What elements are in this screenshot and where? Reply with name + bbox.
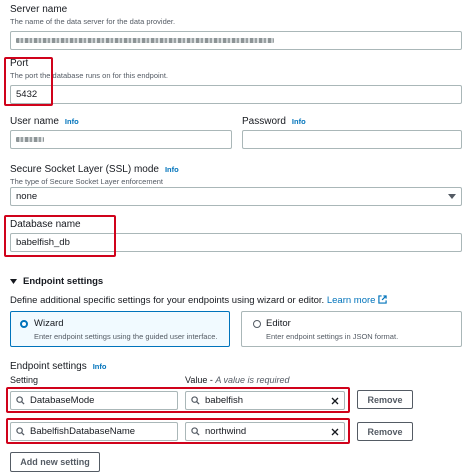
endpoint-settings-title: Endpoint settings [23, 276, 104, 287]
editor-option[interactable]: Editor Enter endpoint settings in JSON f… [241, 311, 462, 347]
port-highlight [4, 57, 53, 106]
row-2-highlight [6, 418, 350, 444]
value-column-header: Value - A value is required [185, 375, 290, 385]
username-info-link[interactable]: Info [65, 117, 79, 126]
chevron-down-icon [448, 194, 456, 199]
external-link-icon [378, 295, 387, 304]
setting-column-header: Setting [10, 375, 39, 385]
editor-radio[interactable] [253, 320, 261, 328]
wizard-title: Wizard [34, 318, 64, 329]
endpoint-settings-info-link[interactable]: Info [93, 362, 107, 371]
editor-description: Enter endpoint settings in JSON format. [266, 332, 399, 341]
row-1-highlight [6, 387, 350, 413]
server-name-input[interactable] [10, 31, 462, 50]
redacted-value [16, 137, 44, 142]
remove-button-2[interactable]: Remove [357, 422, 413, 441]
endpoint-settings-label: Endpoint settings Info [10, 361, 107, 372]
port-input[interactable]: 5432 [10, 85, 462, 104]
server-name-label: Server name [10, 4, 68, 15]
ssl-mode-value: none [16, 191, 38, 202]
username-label: User name Info [10, 116, 79, 127]
redacted-value [16, 38, 274, 43]
remove-button-1[interactable]: Remove [357, 390, 413, 409]
server-name-description: The name of the data server for the data… [10, 17, 176, 26]
ssl-mode-description: The type of Secure Socket Layer enforcem… [10, 177, 163, 186]
password-input[interactable] [242, 130, 462, 149]
caret-down-icon [10, 278, 17, 284]
endpoint-settings-toggle[interactable]: Endpoint settings [10, 276, 103, 287]
ssl-mode-label: Secure Socket Layer (SSL) mode Info [10, 164, 179, 175]
ssl-info-link[interactable]: Info [165, 165, 179, 174]
database-highlight [4, 215, 116, 257]
endpoint-settings-intro: Define additional specific settings for … [10, 295, 387, 306]
wizard-radio[interactable] [20, 320, 28, 328]
password-label: Password Info [242, 116, 306, 127]
username-input[interactable] [10, 130, 232, 149]
wizard-option[interactable]: Wizard Enter endpoint settings using the… [10, 311, 230, 347]
wizard-description: Enter endpoint settings using the guided… [34, 332, 218, 341]
ssl-mode-select[interactable]: none [10, 187, 462, 206]
add-new-setting-button[interactable]: Add new setting [10, 452, 100, 472]
editor-title: Editor [266, 318, 291, 329]
password-info-link[interactable]: Info [292, 117, 306, 126]
learn-more-link[interactable]: Learn more [327, 295, 376, 306]
